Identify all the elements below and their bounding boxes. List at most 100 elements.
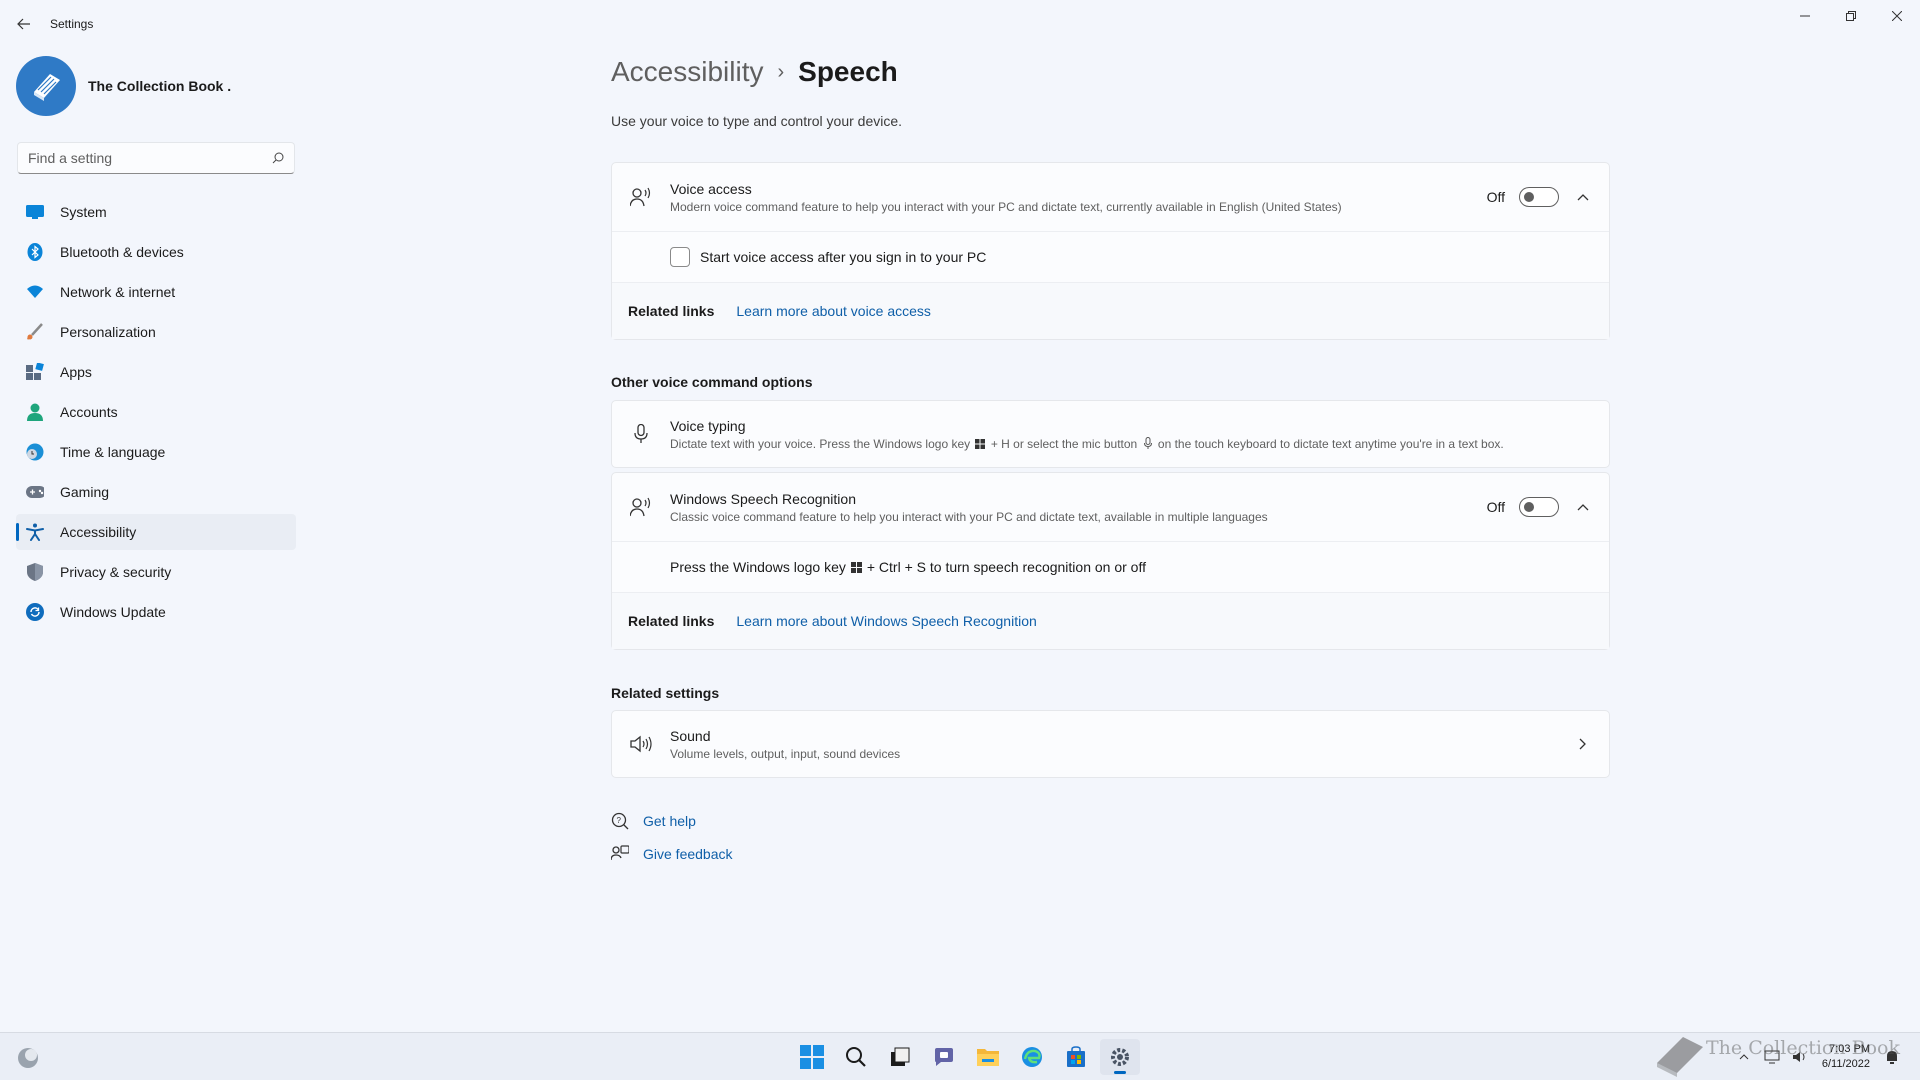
taskbar: 7:03 PM 6/11/2022 The Collection Book bbox=[0, 1032, 1920, 1080]
start-voice-access-checkbox[interactable] bbox=[670, 247, 690, 267]
search-icon bbox=[846, 1047, 866, 1067]
store-button[interactable] bbox=[1056, 1039, 1096, 1075]
voice-access-description: Modern voice command feature to help you… bbox=[670, 199, 1342, 214]
notification-icon[interactable] bbox=[1882, 1047, 1902, 1067]
sidebar-item-label: Accounts bbox=[60, 404, 118, 420]
voice-typing-row[interactable]: Voice typing Dictate text with your voic… bbox=[612, 401, 1609, 467]
start-button[interactable] bbox=[792, 1039, 832, 1075]
get-help-row[interactable]: ? Get help bbox=[611, 812, 696, 830]
volume-icon[interactable] bbox=[1790, 1047, 1810, 1067]
settings-taskbar-button[interactable] bbox=[1100, 1039, 1140, 1075]
clock-time: 7:03 PM bbox=[1829, 1043, 1870, 1055]
sidebar-item-personalization[interactable]: Personalization bbox=[16, 314, 296, 350]
shield-icon bbox=[26, 563, 44, 581]
file-explorer-button[interactable] bbox=[968, 1039, 1008, 1075]
voice-access-icon bbox=[630, 186, 652, 208]
settings-icon bbox=[1111, 1048, 1129, 1066]
close-icon bbox=[1892, 11, 1902, 21]
sidebar-item-time-language[interactable]: Time & language bbox=[16, 434, 296, 470]
microphone-icon bbox=[630, 423, 652, 445]
restore-icon bbox=[1846, 11, 1856, 21]
sound-card[interactable]: Sound Volume levels, output, input, soun… bbox=[611, 710, 1610, 778]
minimize-button[interactable] bbox=[1782, 0, 1828, 32]
sidebar-item-apps[interactable]: Apps bbox=[16, 354, 296, 390]
chat-button[interactable] bbox=[924, 1039, 964, 1075]
speech-recognition-description: Classic voice command feature to help yo… bbox=[670, 509, 1268, 524]
voice-access-row[interactable]: Voice access Modern voice command featur… bbox=[612, 163, 1609, 231]
voice-access-toggle[interactable] bbox=[1519, 187, 1559, 207]
user-profile[interactable]: The Collection Book . bbox=[16, 56, 231, 116]
person-icon bbox=[26, 403, 44, 421]
taskbar-clock[interactable]: 7:03 PM 6/11/2022 bbox=[1822, 1042, 1870, 1072]
edge-icon bbox=[1022, 1047, 1042, 1067]
speech-hint-part1: Press the Windows logo key bbox=[670, 559, 846, 575]
learn-more-voice-access-link[interactable]: Learn more about voice access bbox=[736, 303, 931, 319]
get-help-link[interactable]: Get help bbox=[643, 813, 696, 829]
windows-logo-icon bbox=[850, 561, 862, 573]
task-view-icon bbox=[891, 1047, 910, 1066]
sidebar-item-accounts[interactable]: Accounts bbox=[16, 394, 296, 430]
chevron-up-icon[interactable] bbox=[1573, 497, 1593, 517]
task-view-button[interactable] bbox=[880, 1039, 920, 1075]
windows-logo-icon bbox=[975, 438, 986, 449]
chevron-up-icon[interactable] bbox=[1573, 187, 1593, 207]
search-input[interactable] bbox=[28, 150, 272, 166]
voice-access-toggle-state: Off bbox=[1486, 189, 1505, 205]
voice-typing-card: Voice typing Dictate text with your voic… bbox=[611, 400, 1610, 468]
sidebar-item-gaming[interactable]: Gaming bbox=[16, 474, 296, 510]
related-links-label: Related links bbox=[628, 613, 715, 629]
other-options-heading: Other voice command options bbox=[611, 374, 813, 390]
chevron-right-icon bbox=[1573, 734, 1593, 754]
sidebar-item-system[interactable]: System bbox=[16, 194, 296, 230]
taskbar-search-button[interactable] bbox=[836, 1039, 876, 1075]
sound-title: Sound bbox=[670, 727, 711, 744]
chat-icon bbox=[935, 1048, 953, 1066]
speech-recognition-row[interactable]: Windows Speech Recognition Classic voice… bbox=[612, 473, 1609, 541]
voice-typing-description: Dictate text with your voice. Press the … bbox=[670, 436, 1504, 451]
edge-button[interactable] bbox=[1012, 1039, 1052, 1075]
widgets-button[interactable] bbox=[16, 1046, 40, 1070]
gamepad-icon bbox=[26, 483, 44, 501]
restore-button[interactable] bbox=[1828, 0, 1874, 32]
give-feedback-row[interactable]: Give feedback bbox=[611, 845, 733, 863]
chevron-up-icon[interactable] bbox=[1734, 1047, 1754, 1067]
sidebar-item-accessibility[interactable]: Accessibility bbox=[16, 514, 296, 550]
sidebar-item-windows-update[interactable]: Windows Update bbox=[16, 594, 296, 630]
svg-text:?: ? bbox=[617, 816, 622, 825]
sidebar-item-privacy-security[interactable]: Privacy & security bbox=[16, 554, 296, 590]
voice-typing-desc-part3: on the touch keyboard to dictate text an… bbox=[1157, 436, 1504, 451]
related-links-label: Related links bbox=[628, 303, 715, 319]
breadcrumb-separator: › bbox=[777, 60, 785, 83]
voice-access-card: Voice access Modern voice command featur… bbox=[611, 162, 1610, 340]
system-tray: 7:03 PM 6/11/2022 bbox=[1730, 1037, 1906, 1077]
weather-icon bbox=[18, 1048, 38, 1068]
sidebar-item-label: Accessibility bbox=[60, 524, 137, 540]
network-icon[interactable] bbox=[1762, 1047, 1782, 1067]
sidebar-item-label: Personalization bbox=[60, 324, 156, 340]
breadcrumb: Accessibility › Speech bbox=[611, 56, 898, 88]
speech-recognition-toggle-state: Off bbox=[1486, 499, 1505, 515]
accessibility-icon bbox=[26, 523, 44, 541]
speech-recognition-toggle[interactable] bbox=[1519, 497, 1559, 517]
sidebar-item-bluetooth[interactable]: Bluetooth & devices bbox=[16, 234, 296, 270]
back-button[interactable] bbox=[10, 12, 38, 36]
speaker-icon bbox=[630, 733, 652, 755]
give-feedback-link[interactable]: Give feedback bbox=[643, 846, 733, 862]
help-icon: ? bbox=[611, 812, 629, 830]
profile-name: The Collection Book . bbox=[88, 78, 232, 94]
sidebar-item-label: Time & language bbox=[60, 444, 166, 460]
sound-row[interactable]: Sound Volume levels, output, input, soun… bbox=[612, 711, 1609, 777]
file-explorer-icon bbox=[977, 1049, 999, 1066]
start-icon bbox=[800, 1045, 824, 1069]
breadcrumb-parent-link[interactable]: Accessibility bbox=[611, 56, 763, 88]
search-icon bbox=[272, 152, 284, 164]
back-arrow-icon bbox=[17, 18, 30, 30]
search-box[interactable] bbox=[17, 142, 295, 174]
checkbox-label: Start voice access after you sign in to … bbox=[700, 249, 987, 265]
voice-typing-desc-part2: + H or select the mic button bbox=[990, 436, 1138, 451]
bluetooth-icon bbox=[26, 243, 44, 261]
close-button[interactable] bbox=[1874, 0, 1920, 32]
avatar bbox=[16, 56, 76, 116]
learn-more-speech-recognition-link[interactable]: Learn more about Windows Speech Recognit… bbox=[736, 613, 1036, 629]
sidebar-item-network[interactable]: Network & internet bbox=[16, 274, 296, 310]
